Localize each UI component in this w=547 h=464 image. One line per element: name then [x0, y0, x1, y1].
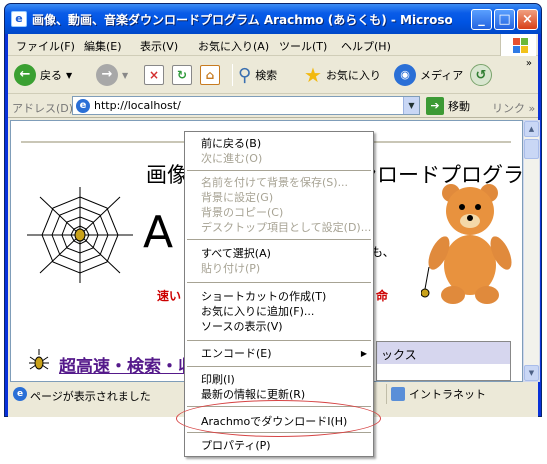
links-more-chevron[interactable]: »	[529, 102, 536, 115]
address-url[interactable]: http://localhost/	[94, 99, 181, 112]
scroll-thumb[interactable]	[524, 139, 539, 159]
scroll-down-button[interactable]: ▼	[524, 365, 539, 381]
feature-link[interactable]: 超高速・検索・収	[59, 352, 195, 377]
go-arrow-icon: ➔	[426, 97, 444, 115]
forward-button[interactable]: → ▼	[96, 62, 128, 88]
menu-bar: ファイル(F) 編集(E) 表示(V) お気に入り(A) ツール(T) ヘルプ(…	[8, 34, 538, 56]
menu-help[interactable]: ヘルプ(H)	[341, 38, 391, 54]
ie-page-icon: e	[76, 99, 90, 113]
red-caption-left: 速い	[157, 289, 182, 303]
highlight-annotation	[176, 400, 381, 437]
home-icon: ⌂	[200, 65, 220, 85]
back-dropdown-icon[interactable]: ▼	[66, 71, 72, 80]
windows-logo-icon	[500, 34, 536, 56]
refresh-button[interactable]: ↻	[172, 62, 192, 88]
links-toolbar[interactable]: リンク »	[492, 100, 535, 116]
go-label: 移動	[448, 100, 470, 113]
ctx-encoding-label: エンコード(E)	[201, 347, 272, 360]
spider-icon	[29, 349, 49, 370]
ctx-separator	[187, 340, 371, 341]
favorites-button[interactable]: ★ お気に入り	[304, 62, 381, 88]
ctx-set-background[interactable]: 背景に設定(G)	[185, 190, 373, 205]
ctx-separator	[187, 170, 371, 171]
forward-arrow-icon: →	[96, 64, 118, 86]
back-button[interactable]: ← 戻る ▼	[14, 62, 72, 88]
ctx-print[interactable]: 印刷(I)	[185, 372, 373, 387]
ctx-separator	[187, 366, 371, 367]
teddy-bear-icon	[421, 184, 512, 304]
minimize-button[interactable]: _	[471, 9, 492, 30]
refresh-icon: ↻	[172, 65, 192, 85]
back-arrow-icon: ←	[14, 64, 36, 86]
forward-dropdown-icon[interactable]: ▼	[122, 71, 128, 80]
ctx-encoding[interactable]: エンコード(E) ▶	[185, 346, 373, 361]
page-side-text: も、	[371, 245, 395, 259]
address-input[interactable]: e http://localhost/ ▼	[72, 96, 420, 115]
zone-label: イントラネット	[409, 388, 486, 401]
ctx-properties[interactable]: プロパティ(P)	[185, 438, 373, 453]
search-icon: ⚲	[238, 64, 252, 86]
back-label: 戻る	[40, 69, 62, 82]
home-button[interactable]: ⌂	[200, 62, 220, 88]
star-icon: ★	[304, 63, 322, 87]
vertical-scrollbar[interactable]: ▲ ▼	[523, 120, 540, 382]
intranet-icon	[391, 387, 405, 401]
ctx-set-desktop-item[interactable]: デスクトップ項目として設定(D)...	[185, 220, 373, 235]
window-title: 画像、動画、音楽ダウンロードプログラム Arachmo (あらくも) - Mic…	[32, 13, 452, 27]
info-box: ックス	[376, 341, 511, 381]
red-caption-right: 命	[376, 289, 389, 303]
maximize-button[interactable]: □	[494, 9, 515, 30]
links-label: リンク	[492, 102, 525, 115]
menu-favorites[interactable]: お気に入り(A)	[198, 38, 269, 54]
search-label: 検索	[255, 69, 278, 82]
ctx-paste[interactable]: 貼り付け(P)	[185, 261, 373, 276]
stop-button[interactable]: ×	[144, 62, 164, 88]
menu-edit[interactable]: 編集(E)	[84, 38, 122, 54]
ctx-forward[interactable]: 次に進む(O)	[185, 151, 373, 166]
history-icon: ↺	[470, 64, 492, 86]
toolbar-more-chevron[interactable]: »	[526, 58, 532, 69]
address-dropdown-icon[interactable]: ▼	[403, 97, 419, 114]
close-button[interactable]: ×	[517, 9, 538, 30]
media-globe-icon: ◉	[394, 64, 416, 86]
menu-view[interactable]: 表示(V)	[140, 38, 178, 54]
ctx-create-shortcut[interactable]: ショートカットの作成(T)	[185, 289, 373, 304]
ctx-view-source[interactable]: ソースの表示(V)	[185, 319, 373, 334]
ctx-save-background[interactable]: 名前を付けて背景を保存(S)...	[185, 175, 373, 190]
submenu-arrow-icon: ▶	[360, 349, 367, 358]
info-box-title: ックス	[381, 348, 417, 362]
favorites-label: お気に入り	[325, 69, 381, 82]
media-label: メディア	[420, 69, 464, 82]
ctx-back[interactable]: 前に戻る(B)	[185, 136, 373, 151]
address-bar: アドレス(D) e http://localhost/ ▼ ➔ 移動 リンク »	[8, 94, 538, 118]
ctx-add-favorites[interactable]: お気に入りに追加(F)...	[185, 304, 373, 319]
menu-tools[interactable]: ツール(T)	[279, 38, 327, 54]
history-button[interactable]: ↺	[470, 62, 492, 88]
spider-web-icon	[27, 187, 133, 283]
media-button[interactable]: ◉ メディア	[394, 62, 463, 88]
ie-page-icon: e	[13, 387, 27, 401]
standard-toolbar: ← 戻る ▼ → ▼ × ↻ ⌂ ⚲ 検索 ★ お気に入り ◉ メディア ↺ »	[8, 56, 538, 94]
menu-file[interactable]: ファイル(F)	[16, 38, 75, 54]
ctx-copy-background[interactable]: 背景のコピー(C)	[185, 205, 373, 220]
go-button[interactable]: ➔ 移動	[426, 97, 470, 115]
status-text: ページが表示されました	[30, 390, 151, 403]
ctx-separator	[187, 239, 371, 240]
address-label: アドレス(D)	[12, 102, 74, 115]
toolbar-separator	[232, 64, 233, 86]
title-bar[interactable]: e 画像、動画、音楽ダウンロードプログラム Arachmo (あらくも) - M…	[5, 4, 541, 34]
security-zone: イントラネット	[386, 384, 486, 404]
stop-icon: ×	[144, 65, 164, 85]
ctx-select-all[interactable]: すべて選択(A)	[185, 246, 373, 261]
big-letter: A	[143, 207, 174, 258]
ie-page-icon: e	[11, 11, 27, 27]
scroll-up-button[interactable]: ▲	[524, 121, 539, 137]
search-button[interactable]: ⚲ 検索	[238, 62, 277, 88]
ctx-separator	[187, 282, 371, 283]
